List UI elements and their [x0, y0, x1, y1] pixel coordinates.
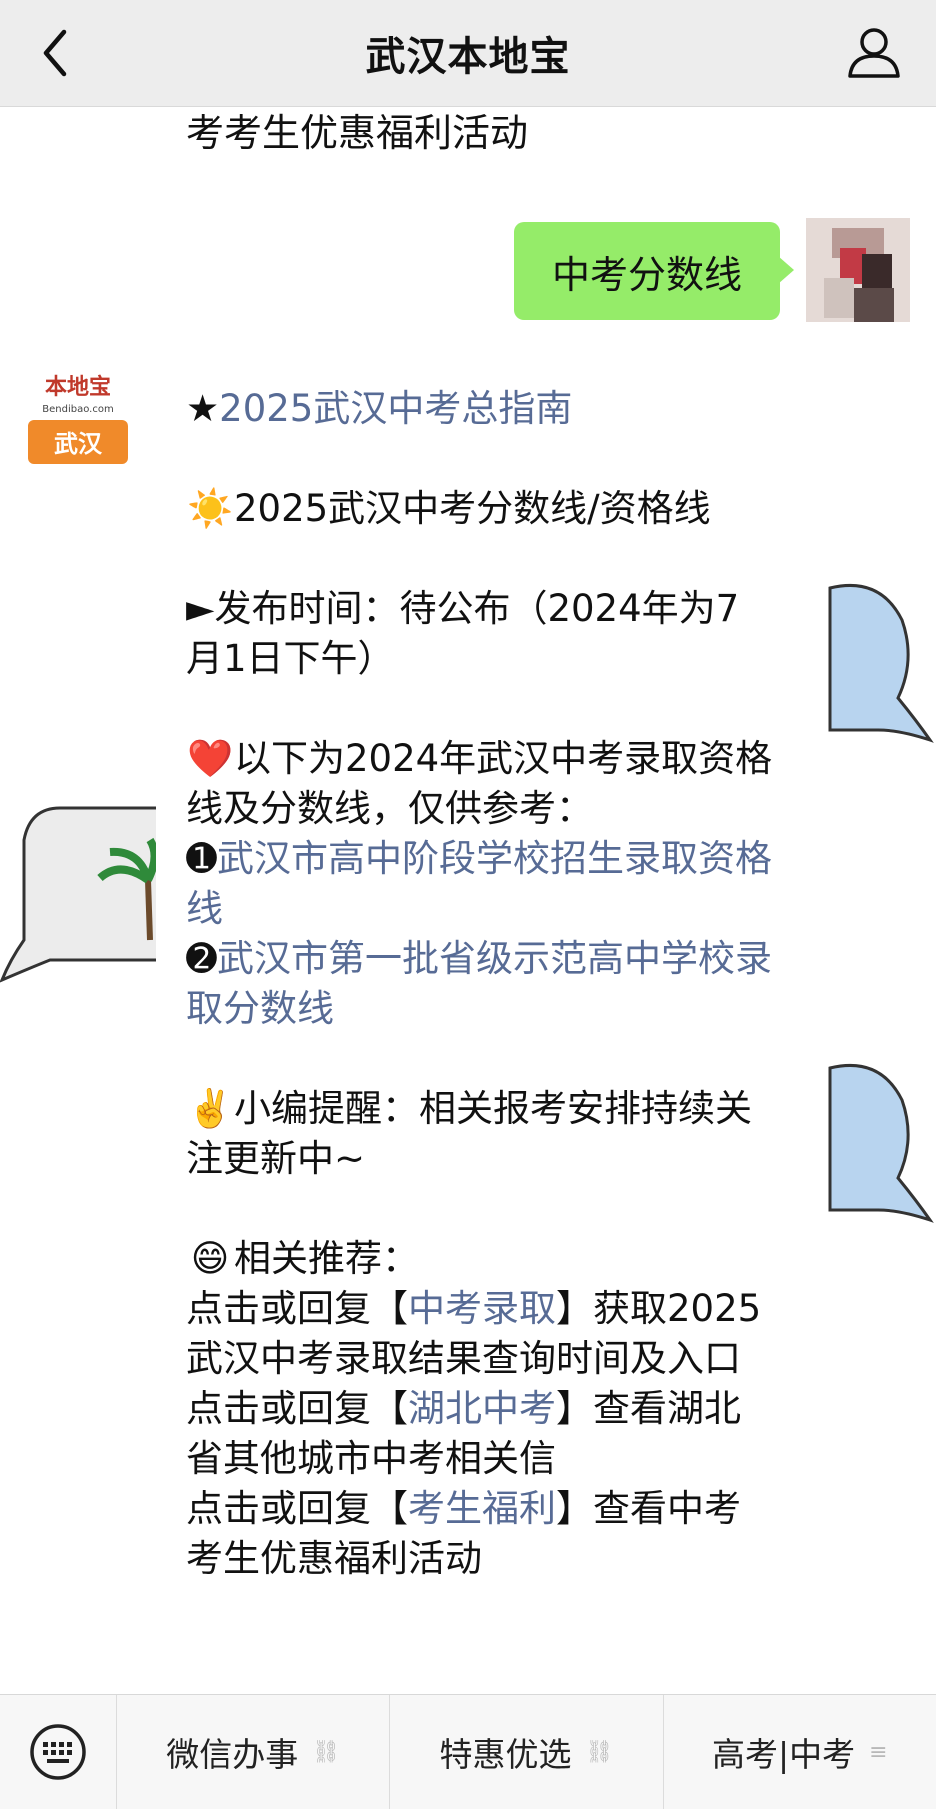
bracket-open: 【	[371, 1287, 408, 1330]
keyboard-toggle-button[interactable]	[0, 1695, 117, 1809]
svg-text:武汉: 武汉	[54, 430, 103, 458]
menu-item-exams[interactable]: 高考|中考 ≡	[664, 1695, 936, 1809]
click-reply-text: 点击或回复	[186, 1487, 371, 1530]
reference-text: 以下为2024年武汉中考录取资格线及分数线，仅供参考：	[186, 737, 773, 830]
svg-text:本地宝: 本地宝	[45, 374, 111, 400]
chat-header: 武汉本地宝	[0, 0, 936, 107]
score-heading: 2025武汉中考分数线/资格线	[234, 487, 711, 530]
release-time: ►发布时间：待公布（2024年为7月1日下午）	[186, 587, 740, 680]
number-two-icon: ➋	[186, 937, 218, 980]
bendibao-logo-icon: 本地宝 Bendibao.com 武汉	[26, 364, 130, 468]
link-icon: ⛓	[585, 1739, 614, 1765]
rec-admission-link[interactable]: 中考录取	[408, 1287, 556, 1330]
bracket-close: 】	[556, 1487, 593, 1530]
grin-emoji-icon: 😄	[190, 1237, 230, 1280]
chat-title: 武汉本地宝	[365, 34, 571, 80]
rec-benefit-link[interactable]: 考生福利	[408, 1487, 556, 1530]
guide-link[interactable]: 2025武汉中考总指南	[219, 387, 572, 430]
bracket-open: 【	[371, 1387, 408, 1430]
victory-hand-emoji-icon: ✌️	[186, 1087, 234, 1130]
user-message-bubble[interactable]: 中考分数线	[514, 222, 794, 320]
pixelated-avatar-image	[806, 218, 910, 322]
menu-item-deals[interactable]: 特惠优选 ⛓	[390, 1695, 664, 1809]
star-icon: ★	[186, 387, 220, 430]
menu-lines-icon: ≡	[869, 1739, 888, 1765]
menu-item-wechat-services[interactable]: 微信办事 ⛓	[117, 1695, 391, 1809]
bottom-menu-bar: 微信办事 ⛓ 特惠优选 ⛓ 高考|中考 ≡	[0, 1694, 936, 1809]
score-line-link[interactable]: 武汉市第一批省级示范高中学校录取分数线	[186, 937, 772, 1030]
menu-label: 微信办事	[166, 1735, 299, 1774]
link-icon: ⛓	[312, 1739, 341, 1765]
bracket-open: 【	[371, 1487, 408, 1530]
svg-text:Bendibao.com: Bendibao.com	[42, 404, 113, 415]
menu-label: 高考|中考	[712, 1735, 856, 1774]
bracket-close: 】	[556, 1387, 593, 1430]
bot-avatar[interactable]: 本地宝 Bendibao.com 武汉	[26, 364, 130, 468]
number-one-icon: ➊	[186, 837, 218, 880]
heart-emoji-icon: ❤️	[186, 737, 234, 780]
admission-line-link[interactable]: 武汉市高中阶段学校招生录取资格线	[186, 837, 772, 930]
bracket-close: 】	[556, 1287, 593, 1330]
previous-message-tail: 考考生优惠福利活动	[186, 111, 529, 155]
keyboard-icon	[30, 1724, 86, 1780]
person-icon[interactable]	[846, 24, 902, 80]
bot-message-bubble: ★2025武汉中考总指南 ☀️2025武汉中考分数线/资格线 ►发布时间：待公布…	[156, 364, 804, 1602]
click-reply-text: 点击或回复	[186, 1287, 371, 1330]
click-reply-text: 点击或回复	[186, 1387, 371, 1430]
rec-hubei-link[interactable]: 湖北中考	[408, 1387, 556, 1430]
editor-reminder: 小编提醒：相关报考安排持续关注更新中~	[186, 1087, 752, 1180]
sun-emoji-icon: ☀️	[186, 487, 234, 530]
chevron-left-icon[interactable]	[36, 26, 76, 80]
chat-area[interactable]: 考考生优惠福利活动 中考分数线 本地宝 Bendibao.com 武汉 ★202…	[0, 106, 936, 1694]
related-heading: 相关推荐：	[234, 1237, 419, 1280]
user-avatar[interactable]	[806, 218, 910, 322]
menu-label: 特惠优选	[439, 1735, 572, 1774]
